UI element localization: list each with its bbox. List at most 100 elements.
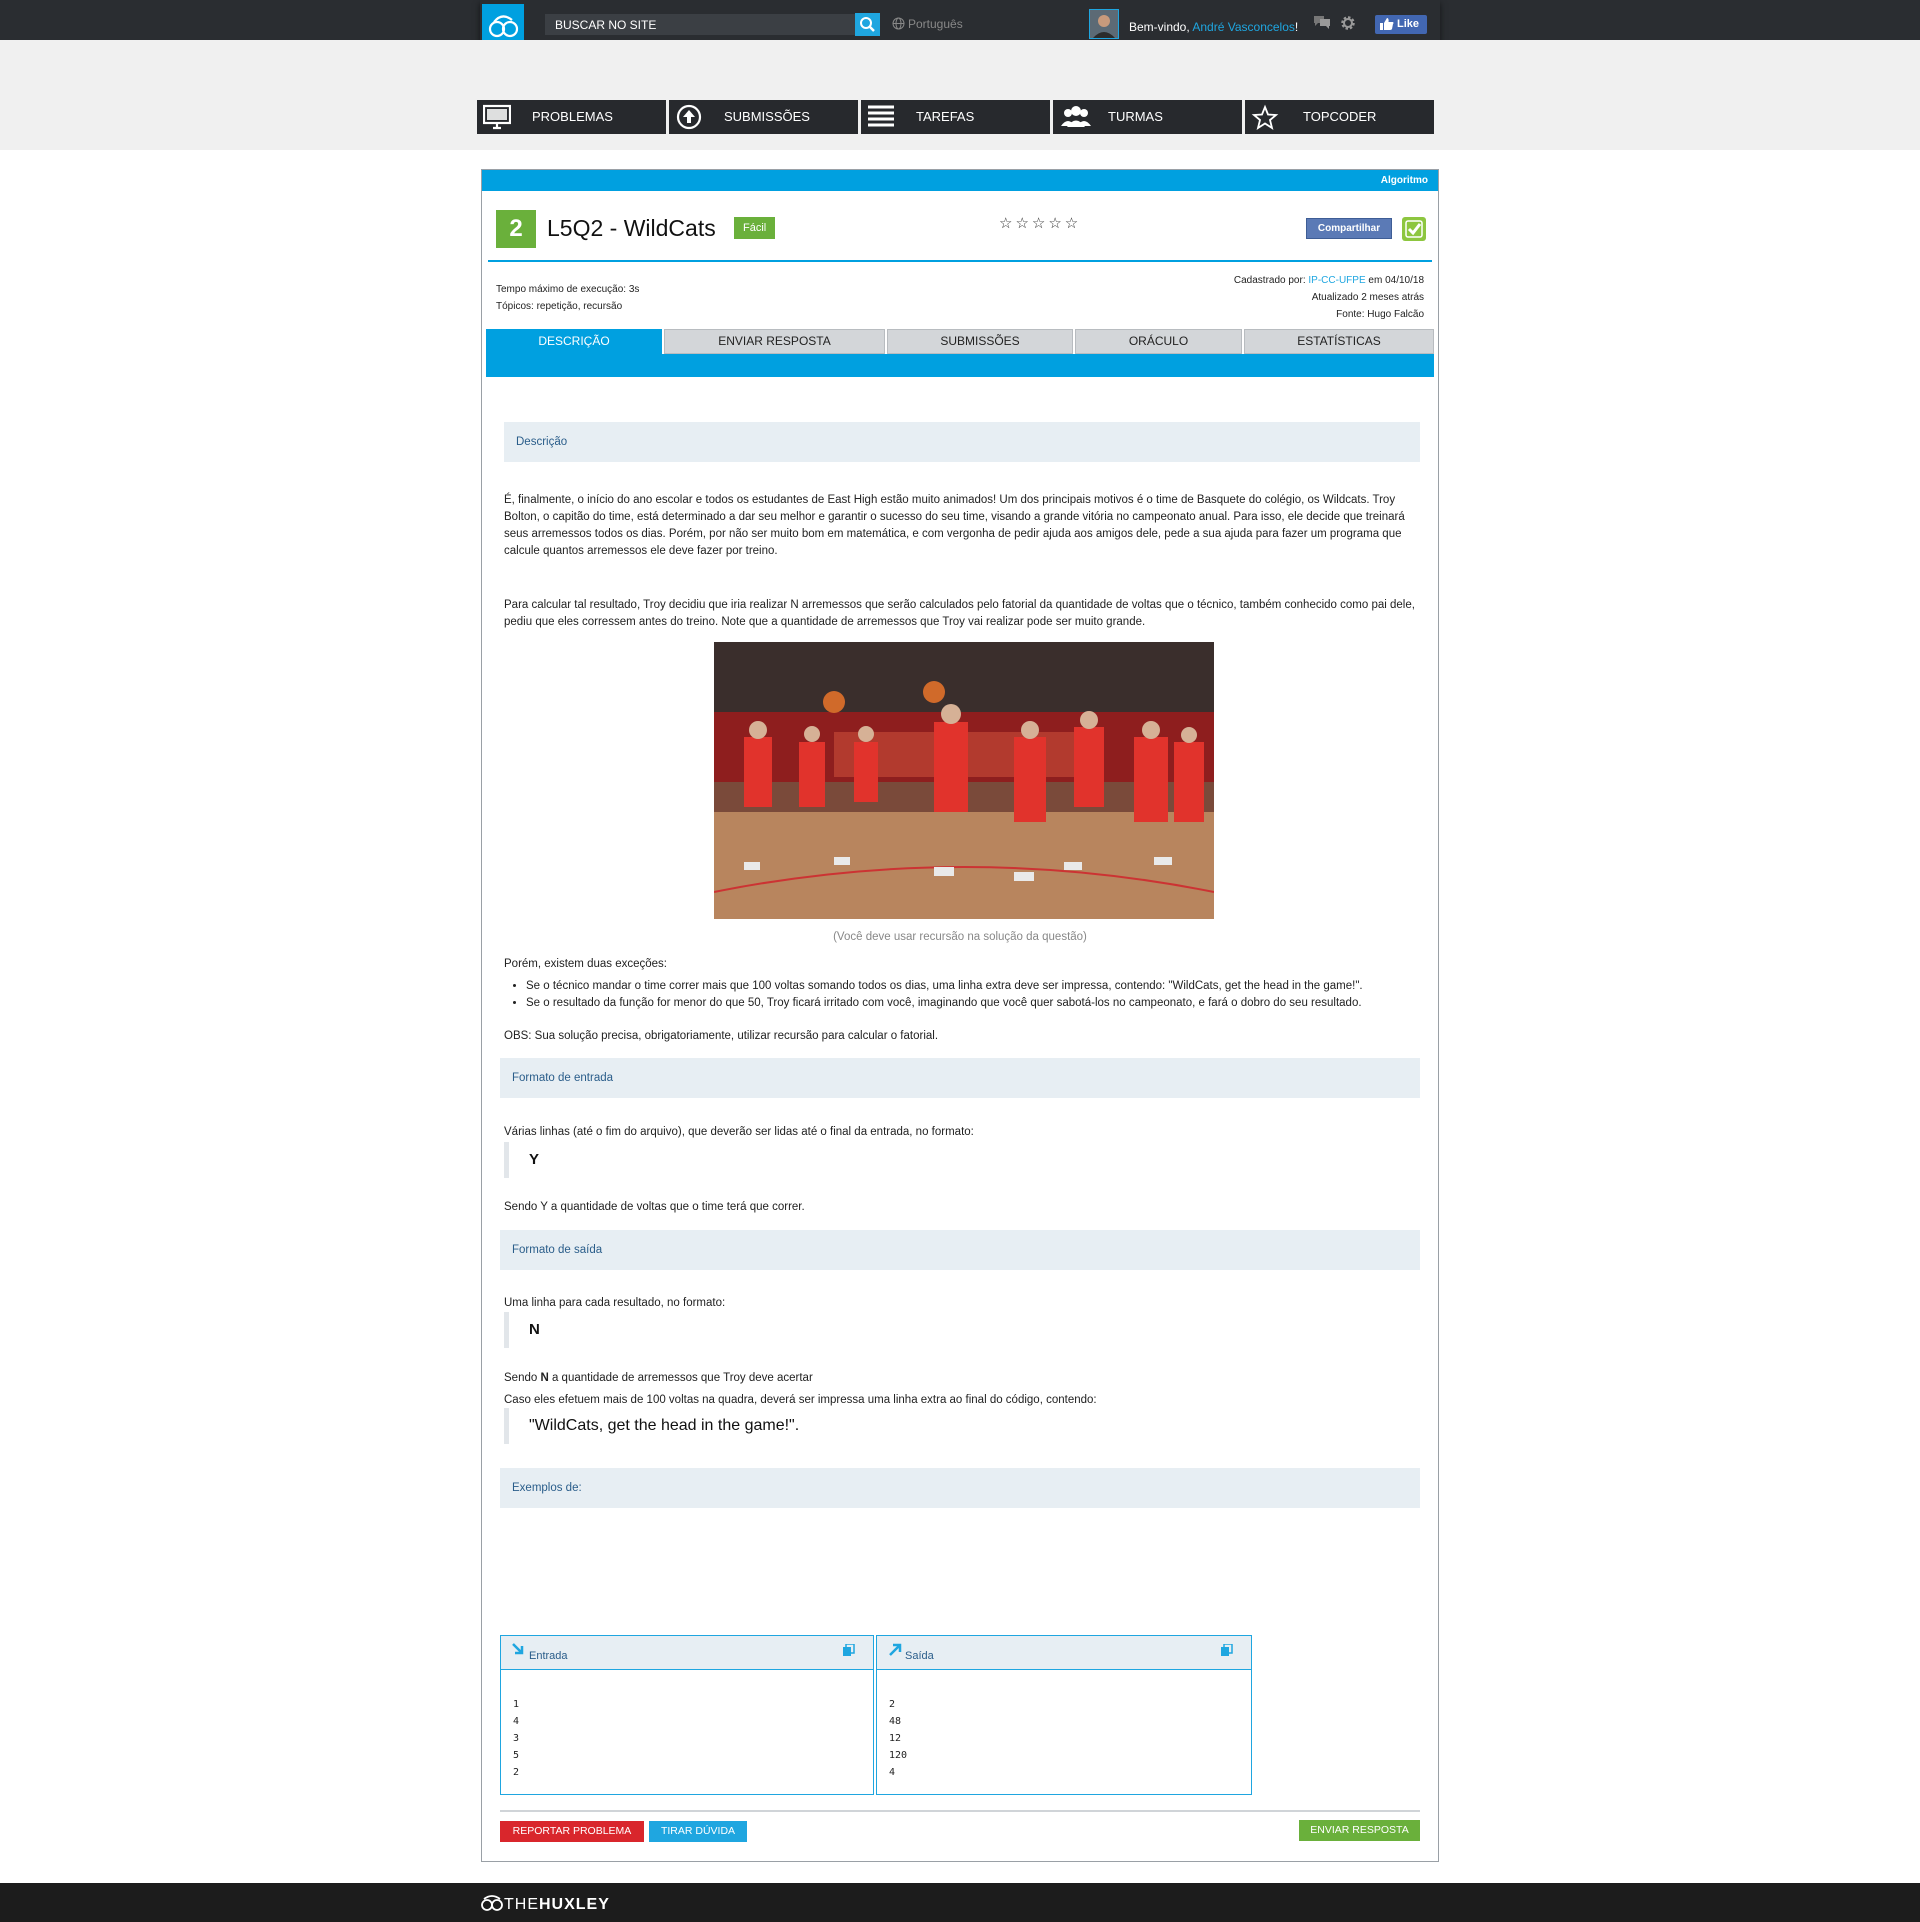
- example-output-values: 2 48 12 120 4: [889, 1699, 908, 1778]
- monitor-icon: [483, 104, 511, 130]
- nav-turmas[interactable]: TURMAS: [1053, 100, 1242, 134]
- section-heading-descricao: Descrição: [504, 422, 1420, 462]
- copy-icon[interactable]: [1220, 1644, 1233, 1657]
- example-output-header: Saída: [877, 1636, 1251, 1670]
- upload-circle-icon: [676, 104, 702, 130]
- registered-line: Cadastrado por: IP-CC-UFPE em 04/10/18: [1234, 272, 1424, 289]
- nav-label: TOPCODER: [1303, 109, 1377, 124]
- output-format-paragraph: Uma linha para cada resultado, no format…: [504, 1297, 726, 1309]
- chat-icon[interactable]: [1312, 14, 1332, 35]
- output-format-paragraph: Caso eles efetuem mais de 100 voltas na …: [504, 1394, 1097, 1406]
- globe-icon: [892, 17, 905, 30]
- language-selector[interactable]: Português: [892, 17, 963, 31]
- search-input[interactable]: [545, 14, 835, 35]
- input-format-paragraph: Sendo Y a quantidade de voltas que o tim…: [504, 1201, 805, 1213]
- exceptions-intro: Porém, existem duas exceções:: [504, 958, 667, 970]
- copy-icon[interactable]: [842, 1644, 855, 1657]
- tab-estatisticas[interactable]: ESTATÍSTICAS: [1244, 329, 1434, 354]
- registered-prefix: Cadastrado por:: [1233, 275, 1309, 286]
- star-icon: [1251, 104, 1279, 130]
- gear-icon[interactable]: [1339, 14, 1357, 37]
- problem-tabs: DESCRIÇÃO ENVIAR RESPOSTA SUBMISSÕES ORÁ…: [486, 329, 1434, 377]
- updated-line: Atualizado 2 meses atrás: [1311, 292, 1424, 303]
- arrow-in-icon: [512, 1643, 524, 1655]
- nav-label: TAREFAS: [916, 109, 975, 124]
- problem-card: Algoritmo 2 L5Q2 - WildCats Fácil ☆☆☆☆☆ …: [481, 169, 1439, 1862]
- arrow-out-icon: [889, 1643, 902, 1656]
- difficulty-badge: Fácil: [734, 217, 776, 239]
- tab-enviar-resposta[interactable]: ENVIAR RESPOSTA: [664, 329, 885, 354]
- description-paragraph: Para calcular tal resultado, Troy decidi…: [504, 599, 1415, 628]
- search-button[interactable]: [855, 13, 880, 36]
- example-input-label: Entrada: [529, 1650, 568, 1662]
- footer-logo-bold: HUXLEY: [539, 1896, 610, 1913]
- example-input-box: Entrada 1 4 3 5 2: [500, 1635, 874, 1795]
- footer-logo-thin: THE: [504, 1896, 539, 1913]
- ask-question-button[interactable]: TIRAR DÚVIDA: [649, 1821, 747, 1842]
- nav-submissoes[interactable]: SUBMISSÕES: [669, 100, 858, 134]
- nav-topcoder[interactable]: TOPCODER: [1245, 100, 1434, 134]
- source-line: Fonte: Hugo Falcão: [1336, 309, 1424, 320]
- problem-meta: Tempo máximo de execução: 3s Tópicos: re…: [496, 281, 639, 315]
- output-format-code: N: [504, 1312, 1414, 1348]
- description-paragraph: É, finalmente, o início do ano escolar e…: [504, 494, 1405, 557]
- problem-title: L5Q2 - WildCats: [547, 215, 716, 241]
- nav-tarefas[interactable]: TAREFAS: [861, 100, 1050, 134]
- image-caption: (Você deve usar recursão na solução da q…: [833, 931, 1087, 943]
- footer: THEHUXLEY: [0, 1883, 1920, 1922]
- language-label: Português: [908, 17, 963, 31]
- registered-date: em 04/10/18: [1365, 275, 1424, 286]
- section-heading-exemplos: Exemplos de:: [500, 1468, 1420, 1508]
- level-badge: 2: [496, 210, 536, 248]
- group-icon: [1061, 106, 1091, 127]
- category-bar: Algoritmo: [482, 170, 1438, 191]
- search-box: [544, 13, 860, 36]
- bold-text: N: [540, 1372, 549, 1384]
- category-label: Algoritmo: [1380, 175, 1428, 186]
- user-name-link[interactable]: André Vasconcelos: [1192, 20, 1295, 34]
- welcome-message: Bem-vindo, André Vasconcelos!: [1129, 20, 1298, 34]
- actions-divider: [500, 1810, 1420, 1812]
- time-limit: Tempo máximo de execução: 3s: [496, 284, 640, 295]
- obs-note: OBS: Sua solução precisa, obrigatoriamen…: [504, 1030, 939, 1042]
- like-label: Like: [1397, 18, 1420, 30]
- example-output-label: Saída: [905, 1650, 934, 1662]
- section-heading-saida: Formato de saída: [500, 1230, 1420, 1270]
- wildcats-basketball-image: [714, 642, 1214, 919]
- header-divider: [488, 260, 1432, 262]
- example-input-header: Entrada: [501, 1636, 873, 1670]
- footer-logo[interactable]: THEHUXLEY: [480, 1894, 610, 1914]
- rating-stars[interactable]: ☆☆☆☆☆: [999, 214, 1081, 232]
- solved-check-icon: [1402, 217, 1426, 241]
- welcome-prefix: Bem-vindo,: [1129, 20, 1193, 34]
- submit-answer-button[interactable]: ENVIAR RESPOSTA: [1299, 1820, 1420, 1841]
- share-button[interactable]: Compartilhar: [1306, 218, 1392, 239]
- input-format-code: Y: [504, 1142, 1414, 1178]
- report-problem-button[interactable]: REPORTAR PROBLEMA: [500, 1821, 644, 1842]
- nav-label: PROBLEMAS: [532, 109, 613, 124]
- search-icon: [860, 17, 875, 32]
- nav-label: SUBMISSÕES: [724, 109, 810, 124]
- output-format-code: "WildCats, get the head in the game!".: [504, 1408, 1414, 1444]
- main-nav: PROBLEMAS SUBMISSÕES TAREFAS TURMAS TOPC…: [477, 100, 1435, 134]
- example-output-box: Saída 2 48 12 120 4: [876, 1635, 1252, 1795]
- input-format-paragraph: Várias linhas (até o fim do arquivo), qu…: [504, 1126, 974, 1138]
- list-item: Se o resultado da função for menor do qu…: [526, 995, 1424, 1012]
- text: a quantidade de arremessos que Troy deve…: [548, 1372, 813, 1384]
- section-heading-entrada: Formato de entrada: [500, 1058, 1420, 1098]
- tab-oraculo[interactable]: ORÁCULO: [1075, 329, 1242, 354]
- tab-descricao[interactable]: DESCRIÇÃO: [486, 329, 662, 377]
- list-item: Se o técnico mandar o time correr mais q…: [526, 978, 1424, 995]
- welcome-suffix: !: [1294, 20, 1299, 34]
- text: Sendo: [504, 1372, 541, 1384]
- huxley-goggles-icon: [481, 1895, 503, 1911]
- tab-submissoes[interactable]: SUBMISSÕES: [887, 329, 1073, 354]
- avatar[interactable]: [1089, 9, 1119, 39]
- facebook-like-button[interactable]: Like: [1375, 15, 1427, 34]
- nav-label: TURMAS: [1108, 109, 1163, 124]
- nav-problemas[interactable]: PROBLEMAS: [477, 100, 666, 134]
- problem-info: Cadastrado por: IP-CC-UFPE em 04/10/18 A…: [1234, 272, 1424, 323]
- registered-by-link[interactable]: IP-CC-UFPE: [1308, 275, 1365, 286]
- exceptions-list: Se o técnico mandar o time correr mais q…: [504, 978, 1424, 1012]
- example-input-values: 1 4 3 5 2: [513, 1699, 520, 1778]
